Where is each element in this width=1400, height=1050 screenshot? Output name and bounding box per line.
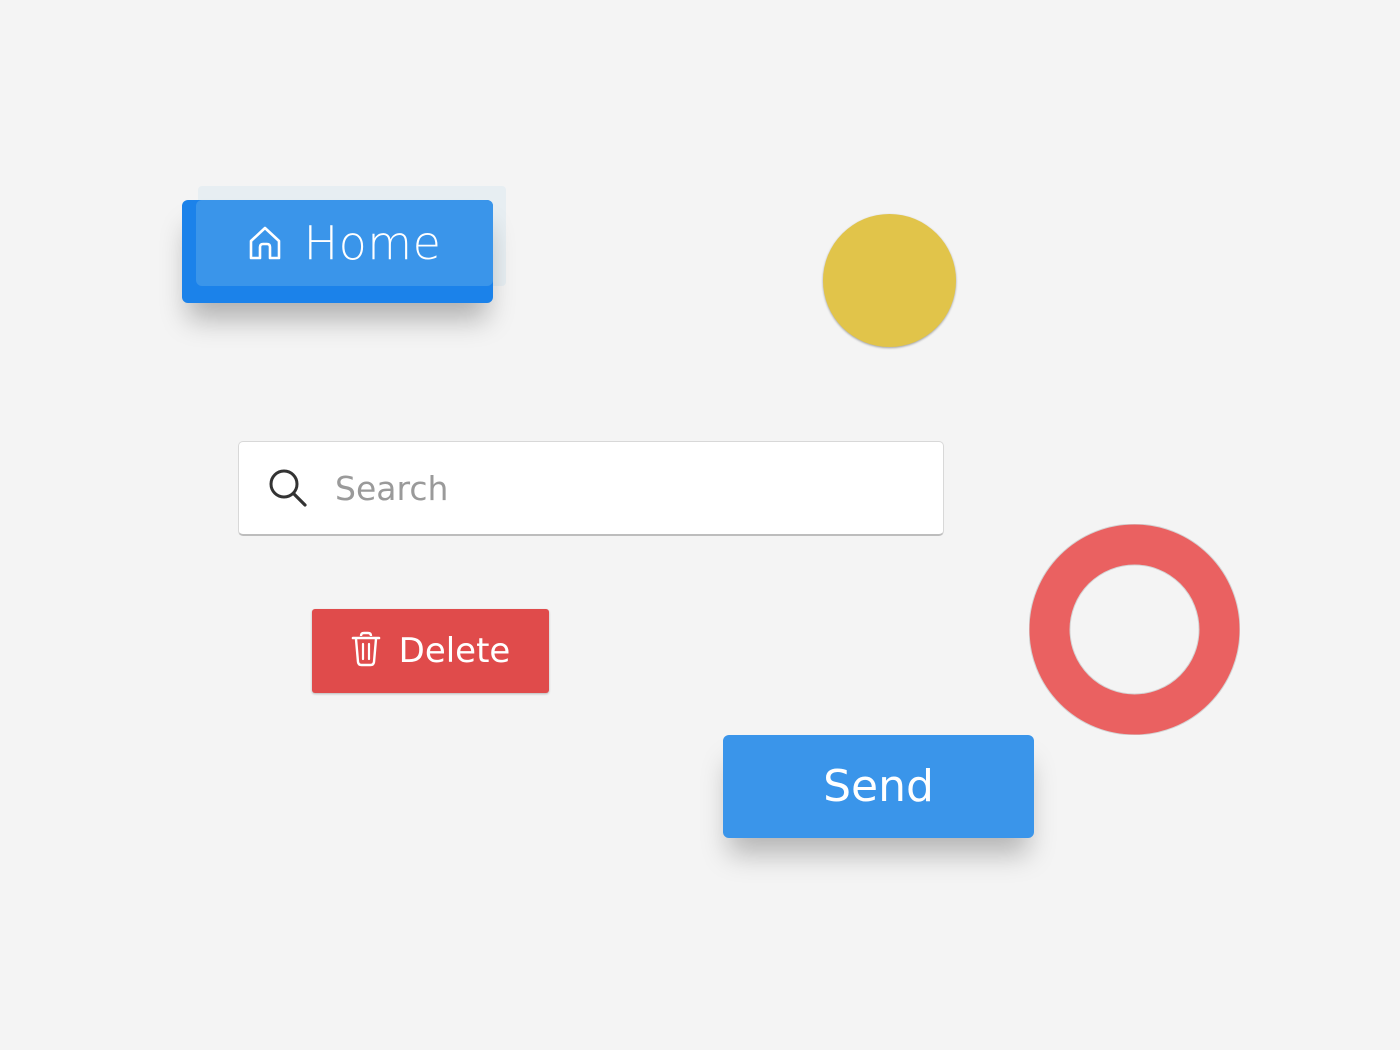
- home-button-wrapper: Home: [182, 186, 506, 304]
- search-input[interactable]: [333, 467, 897, 509]
- yellow-circle: [823, 214, 956, 347]
- home-button-label: Home: [303, 216, 442, 270]
- canvas: Home Delete Send: [0, 0, 1400, 1050]
- delete-button-label: Delete: [398, 631, 511, 671]
- delete-button[interactable]: Delete: [312, 609, 549, 693]
- search-field[interactable]: [238, 441, 944, 536]
- send-button[interactable]: Send: [723, 735, 1034, 838]
- home-button[interactable]: Home: [182, 200, 493, 303]
- home-button-face: Home: [196, 200, 493, 286]
- red-ring: [1029, 524, 1240, 735]
- send-button-label: Send: [823, 761, 934, 812]
- trash-icon: [351, 631, 381, 671]
- search-icon: [269, 469, 307, 507]
- home-icon: [248, 225, 282, 261]
